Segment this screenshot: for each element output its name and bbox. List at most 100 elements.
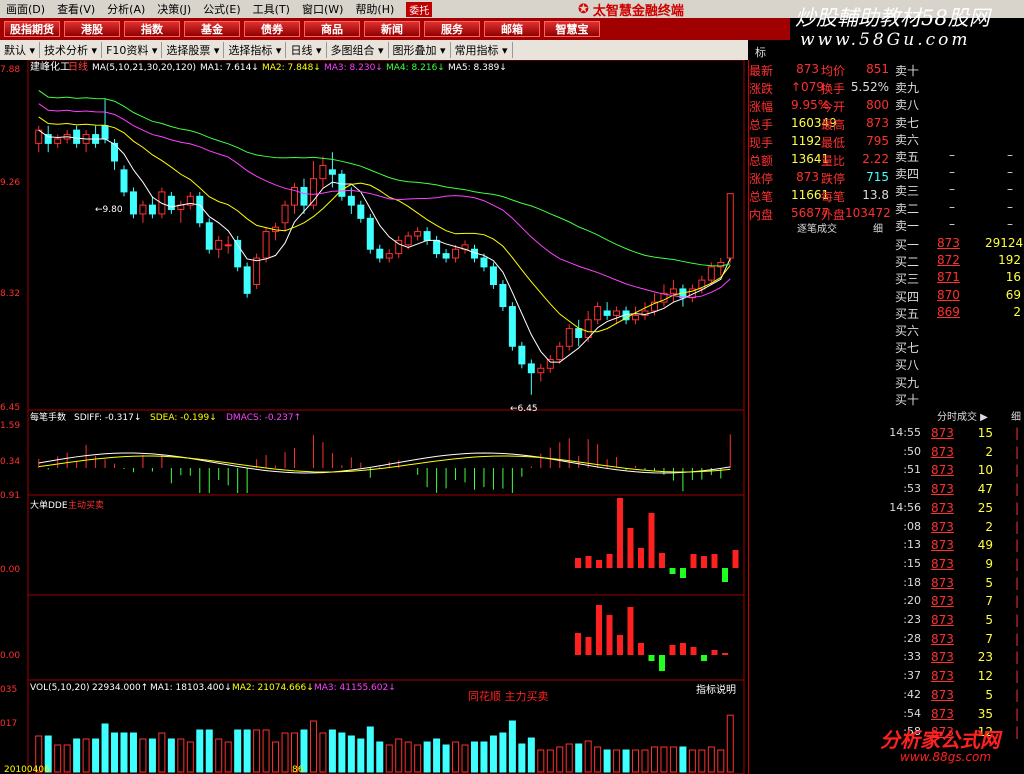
sell-vol: – xyxy=(1007,148,1013,162)
sell-label: 卖六 xyxy=(895,132,920,147)
buy-price: 869 xyxy=(937,304,960,319)
vol-bar xyxy=(338,732,346,773)
tick-price: 873 xyxy=(931,669,954,684)
vol-bar xyxy=(111,732,119,773)
ma-value-4: MA5: 8.389↓ xyxy=(448,63,507,73)
price-axis-2: 8.32 xyxy=(0,289,20,299)
nav-tab-4[interactable]: 债券 xyxy=(244,21,300,37)
menu-item-1[interactable]: 查看(V) xyxy=(51,1,101,17)
ticks-title[interactable]: 分时成交 ▶ xyxy=(937,408,988,423)
ticks-detail-button[interactable]: 细 xyxy=(1011,408,1021,423)
tick-time: :18 xyxy=(903,575,921,589)
candle-body xyxy=(262,231,270,259)
menu-item-7[interactable]: 帮助(H) xyxy=(349,1,400,17)
watermark-bottom-url: www.88gs.com xyxy=(900,750,992,764)
buy-price: 873 xyxy=(937,236,960,250)
menu-item-2[interactable]: 分析(A) xyxy=(101,1,151,17)
ind2-bar xyxy=(627,528,634,568)
buy-label: 买十 xyxy=(895,392,920,407)
buy-label: 买九 xyxy=(895,375,920,390)
vol-bar xyxy=(129,732,137,773)
vol-bar xyxy=(499,732,507,773)
menu-item-3[interactable]: 决策(J) xyxy=(151,1,197,17)
ma-value-2: MA3: 8.230↓ xyxy=(324,63,383,73)
ind1-value-2: DMACS: -0.237↑ xyxy=(226,413,301,423)
vol-bar xyxy=(423,741,431,773)
tick-vol: 5 xyxy=(985,575,993,590)
tick-vol: 5 xyxy=(985,613,993,627)
nav-tab-7[interactable]: 服务 xyxy=(424,21,480,37)
nav-tab-6[interactable]: 新闻 xyxy=(364,21,420,37)
ind3-bar xyxy=(701,655,707,661)
quote-label: 量比 xyxy=(821,154,846,168)
trade-tag[interactable]: 委托 xyxy=(406,1,433,17)
candle-body xyxy=(376,248,384,259)
toolbar-item-5[interactable]: 日线 ▾ xyxy=(286,42,327,58)
candle-body xyxy=(205,222,213,250)
order-title[interactable]: 逐笔成交 xyxy=(797,220,837,235)
order-detail-button[interactable]: 细 xyxy=(873,220,883,235)
candle-body xyxy=(632,314,640,321)
buy-label: 买六 xyxy=(895,324,920,338)
high-label: ←9.80 xyxy=(95,205,123,215)
toolbar-item-1[interactable]: 技术分析 ▾ xyxy=(40,42,103,58)
buy-label: 买一 xyxy=(895,238,920,252)
menu-item-4[interactable]: 公式(E) xyxy=(197,1,247,17)
tick-vol: 25 xyxy=(977,500,993,515)
sell-label: 卖九 xyxy=(895,81,920,96)
candle-body xyxy=(120,169,128,193)
tick-price: 873 xyxy=(931,594,954,609)
toolbar-item-0[interactable]: 默认 ▾ xyxy=(0,42,41,58)
candle-body xyxy=(414,231,422,237)
chart-area[interactable]: 建峰化工日线 MA(5,10,21,30,20,120) MA1: 7.614↓ MA… xyxy=(0,60,748,774)
toolbar-item-6[interactable]: 多图组合 ▾ xyxy=(327,42,389,58)
candle-body xyxy=(537,367,545,374)
ind2-bar xyxy=(669,568,676,574)
candle-body xyxy=(527,363,535,374)
nav-tab-0[interactable]: 股指期货 xyxy=(4,21,60,37)
nav-tab-8[interactable]: 邮箱 xyxy=(484,21,540,37)
indicator-note-button[interactable]: 指标说明 xyxy=(696,683,736,696)
nav-tab-9[interactable]: 智慧宝 xyxy=(544,21,600,37)
quote-label: 均价 xyxy=(821,64,846,78)
low-label: ←6.45 xyxy=(510,404,538,414)
menu-item-6[interactable]: 窗口(W) xyxy=(296,1,349,17)
toolbar-item-8[interactable]: 常用指标 ▾ xyxy=(451,42,513,58)
tick-vol: 47 xyxy=(977,482,993,497)
buy-vol: 192 xyxy=(998,253,1021,268)
tick-vol: 7 xyxy=(985,594,993,609)
ind2-bar xyxy=(711,554,718,568)
right-tab[interactable]: 标 xyxy=(755,44,766,60)
sell-label: 卖一 xyxy=(895,218,920,233)
menu-item-5[interactable]: 工具(T) xyxy=(247,1,296,17)
tick-time: :08 xyxy=(903,519,921,533)
ind2-bar xyxy=(648,513,655,568)
toolbar-item-3[interactable]: 选择股票 ▾ xyxy=(162,42,225,58)
nav-tab-1[interactable]: 港股 xyxy=(64,21,120,37)
toolbar-item-7[interactable]: 图形叠加 ▾ xyxy=(389,42,451,58)
tick-time: :15 xyxy=(903,556,921,570)
sell-vol: – xyxy=(1007,165,1013,180)
quote-value: 795 xyxy=(866,134,889,148)
candle-body xyxy=(215,239,223,250)
toolbar-item-2[interactable]: F10资料 ▾ xyxy=(102,42,163,58)
menu-item-0[interactable]: 画面(D) xyxy=(0,1,51,17)
tick-dir-icon: | xyxy=(1015,463,1020,478)
tick-time: :37 xyxy=(903,669,921,683)
nav-tab-3[interactable]: 基金 xyxy=(184,21,240,37)
ind3-bar xyxy=(680,643,686,655)
vol-bar xyxy=(480,741,488,773)
tick-dir-icon: | xyxy=(1015,650,1020,665)
nav-tab-2[interactable]: 指数 xyxy=(124,21,180,37)
watermark-top: 炒股輔助教材58股网 xyxy=(795,6,990,30)
toolbar-item-4[interactable]: 选择指标 ▾ xyxy=(224,42,287,58)
nav-tab-5[interactable]: 商品 xyxy=(304,21,360,37)
ind2-bar xyxy=(617,498,623,568)
tick-dir-icon: | xyxy=(1015,669,1020,684)
tick-dir-icon: | xyxy=(1015,725,1020,740)
vol-bar xyxy=(167,738,175,773)
vol-axis-0: 035 xyxy=(0,685,17,695)
candle-body xyxy=(385,253,393,259)
ind1-value-0: SDIFF: -0.317↓ xyxy=(74,413,141,423)
tick-price: 873 xyxy=(931,426,954,440)
